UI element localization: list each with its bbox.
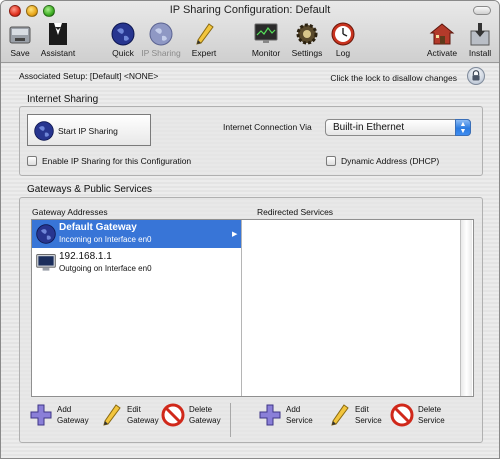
clock-icon — [331, 22, 355, 46]
dhcp-label: Dynamic Address (DHCP) — [341, 156, 440, 166]
toolbar-toggle-button[interactable] — [473, 6, 491, 15]
toolbar-ip-sharing-label: IP Sharing — [141, 48, 181, 58]
start-ip-sharing-label: Start IP Sharing — [58, 126, 118, 136]
add-service-button[interactable]: Add Service — [258, 403, 313, 427]
delete-gateway-label-2: Gateway — [189, 416, 221, 425]
delete-service-button[interactable]: Delete Service — [390, 403, 445, 427]
pencil-icon — [103, 404, 121, 426]
toolbar-settings[interactable]: Settings — [287, 21, 327, 58]
toolbar-install[interactable]: Install — [460, 21, 499, 58]
add-gateway-label-2: Gateway — [57, 416, 89, 425]
toolbar-activate-label: Activate — [426, 48, 458, 58]
enable-ip-sharing-label: Enable IP Sharing for this Configuration — [42, 156, 192, 166]
edit-gateway-label-2: Gateway — [127, 416, 159, 425]
gateway-row-name: 192.168.1.1 — [59, 251, 112, 262]
no-entry-icon — [161, 403, 185, 427]
connection-via-label: Internet Connection Via — [223, 122, 312, 132]
associated-setup-text: Associated Setup: [Default] <NONE> — [19, 71, 159, 81]
globe-icon — [34, 121, 54, 141]
checkbox-box — [27, 156, 37, 166]
checkbox-box — [326, 156, 336, 166]
disk-icon — [9, 26, 31, 44]
toolbar-quick-label: Quick — [112, 48, 134, 58]
services-scrollbar[interactable] — [460, 220, 472, 396]
gateways-heading: Gateways & Public Services — [27, 184, 153, 195]
plus-icon — [30, 404, 52, 426]
plus-icon — [259, 404, 281, 426]
add-service-label-2: Service — [286, 416, 313, 425]
title-toolbar: IP Sharing Configuration: Default Save A… — [1, 1, 499, 63]
add-gateway-label-1: Add — [57, 405, 72, 414]
add-service-label-1: Add — [286, 405, 301, 414]
edit-gateway-label-1: Edit — [127, 405, 141, 414]
pencil-icon — [196, 23, 214, 45]
redirected-services-header: Redirected Services — [257, 207, 334, 217]
gateway-row-detail: Incoming on Interface en0 — [59, 235, 152, 244]
toolbar-assistant-label: Assistant — [40, 48, 76, 58]
edit-gateway-button[interactable]: Edit Gateway — [99, 403, 159, 427]
computer-icon — [36, 254, 56, 271]
pencil-icon — [331, 404, 349, 426]
gateway-row-name: Default Gateway — [59, 222, 137, 233]
list-column-divider — [241, 220, 242, 396]
tuxedo-icon — [49, 23, 67, 45]
install-icon — [470, 23, 490, 46]
dhcp-checkbox[interactable]: Dynamic Address (DHCP) — [326, 156, 439, 166]
delete-gateway-button[interactable]: Delete Gateway — [161, 403, 221, 427]
edit-service-label-1: Edit — [355, 405, 369, 414]
toolbar-install-label: Install — [468, 48, 492, 58]
lock-hint-text: Click the lock to disallow changes — [330, 73, 457, 83]
window-title: IP Sharing Configuration: Default — [169, 4, 331, 16]
delete-service-label-1: Delete — [418, 405, 442, 414]
enable-ip-sharing-checkbox[interactable]: Enable IP Sharing for this Configuration — [27, 156, 191, 166]
lock-icon — [472, 70, 480, 81]
no-entry-icon — [390, 403, 414, 427]
edit-service-label-2: Service — [355, 416, 382, 425]
toolbar-expert[interactable]: Expert — [184, 21, 224, 58]
globe-icon — [111, 22, 135, 46]
toolbar-log-label: Log — [335, 48, 351, 58]
toolbar-assistant[interactable]: Assistant — [38, 21, 78, 58]
toolbar-log[interactable]: Log — [323, 21, 363, 58]
toolbar-monitor-label: Monitor — [251, 48, 281, 58]
delete-gateway-label-1: Delete — [189, 405, 213, 414]
toolbar-ip-sharing[interactable]: IP Sharing — [141, 21, 181, 58]
house-icon — [429, 23, 455, 45]
app-window: IP Sharing Configuration: Default Save A… — [0, 0, 500, 459]
updown-arrow-icon: ▲ ▼ — [455, 119, 471, 136]
connection-via-value: Built-in Ethernet — [333, 122, 405, 133]
gear-icon — [296, 23, 318, 45]
toolbar-monitor[interactable]: Monitor — [246, 21, 286, 58]
delete-service-label-2: Service — [418, 416, 445, 425]
edit-service-button[interactable]: Edit Service — [327, 403, 382, 427]
internet-sharing-heading: Internet Sharing — [27, 94, 99, 105]
globe-icon — [149, 22, 173, 46]
toolbar-save[interactable]: Save — [1, 21, 40, 58]
start-ip-sharing-button[interactable]: Start IP Sharing — [27, 114, 151, 146]
toolbar-settings-label: Settings — [291, 48, 323, 58]
lock-button[interactable] — [467, 67, 485, 85]
bottom-separator — [230, 403, 231, 437]
disclosure-arrow-icon: ▶ — [232, 231, 238, 238]
toolbar-expert-label: Expert — [191, 48, 217, 58]
gateway-addresses-header: Gateway Addresses — [32, 207, 108, 217]
monitor-icon — [254, 23, 278, 43]
gateway-row-detail: Outgoing on Interface en0 — [59, 264, 152, 273]
connection-via-select[interactable]: Built-in Ethernet ▲ ▼ — [325, 119, 471, 136]
toolbar-activate[interactable]: Activate — [422, 21, 462, 58]
toolbar-quick[interactable]: Quick — [103, 21, 143, 58]
globe-icon — [36, 224, 56, 244]
toolbar-save-label: Save — [10, 48, 30, 58]
add-gateway-button[interactable]: Add Gateway — [29, 403, 89, 427]
